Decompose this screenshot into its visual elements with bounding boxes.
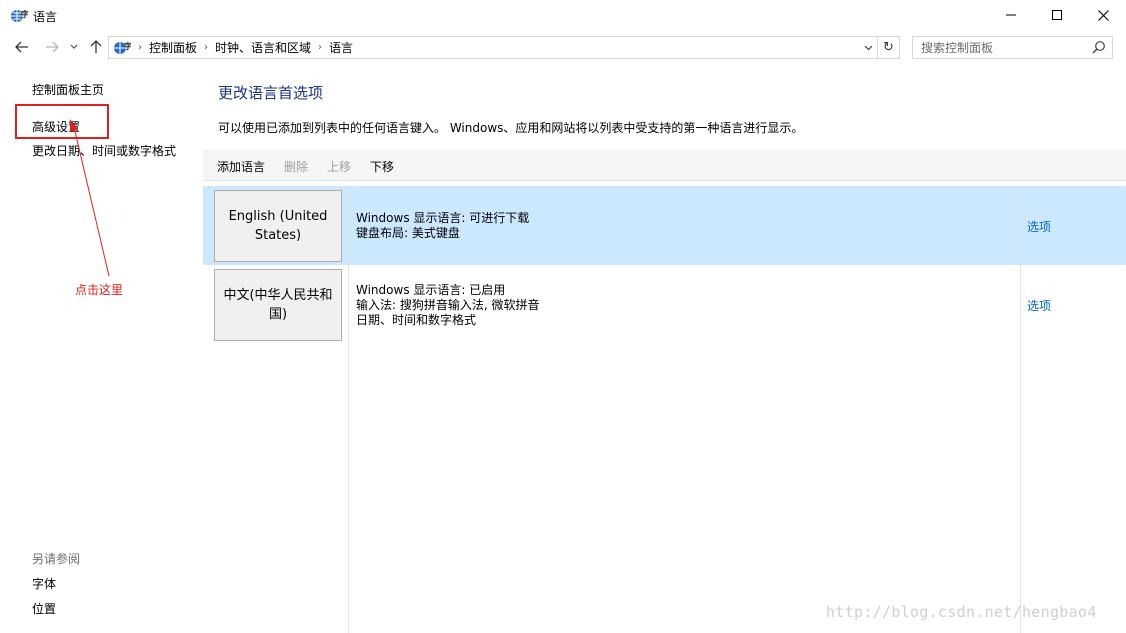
minimize-button[interactable] [988,0,1034,30]
minimize-icon [1006,14,1016,16]
remove-language-button[interactable]: 删除 [284,158,308,175]
see-also-link-location[interactable]: 位置 [32,600,56,617]
up-button[interactable] [86,37,106,57]
annotation-label: 点击这里 [75,283,124,297]
language-globe-icon: 字 [11,9,28,22]
svg-text:字: 字 [21,9,28,19]
control-panel-icon: 字 [114,41,131,54]
move-down-button[interactable]: 下移 [370,158,394,175]
annotation-highlight-box [15,104,109,139]
refresh-icon: ↻ [883,40,894,55]
search-box[interactable] [912,36,1113,59]
breadcrumb-separator: › [138,42,142,53]
language-detail-line: Windows 显示语言: 可进行下载 [356,211,530,225]
recent-locations-button[interactable] [66,37,82,57]
back-button[interactable] [12,37,32,57]
language-detail-line: 输入法: 搜狗拼音输入法, 微软拼音 [356,298,540,312]
add-language-button[interactable]: 添加语言 [217,158,265,175]
chevron-down-icon [70,44,78,49]
address-bar[interactable]: 字 › 控制面板 › 时钟、语言和区域 › 语言 [108,36,878,59]
maximize-button[interactable] [1034,0,1080,30]
breadcrumb-separator: › [318,42,323,53]
see-also-link-fonts[interactable]: 字体 [32,575,56,592]
language-details: Windows 显示语言: 已启用 输入法: 搜狗拼音输入法, 微软拼音 日期、… [356,283,540,328]
language-detail-line: 日期、时间和数字格式 [356,313,477,327]
forward-button[interactable] [42,37,62,57]
svg-text:字: 字 [124,41,131,51]
language-row-english[interactable]: English (United States) Windows 显示语言: 可进… [203,186,1126,265]
language-detail-line: Windows 显示语言: 已启用 [356,283,506,297]
chevron-down-icon [864,45,872,50]
refresh-button[interactable]: ↻ [878,36,900,59]
language-options-link[interactable]: 选项 [1027,297,1051,314]
language-tile[interactable]: English (United States) [214,190,342,262]
watermark: http://blog.csdn.net/hengbao4 [826,603,1097,621]
search-icon[interactable] [1092,40,1106,54]
see-also-heading: 另请参阅 [32,552,81,566]
sidebar-link-change-date-time-format[interactable]: 更改日期、时间或数字格式 [32,142,176,159]
breadcrumb-clock-language-region[interactable]: 时钟、语言和区域 [215,39,311,56]
close-icon [1097,9,1109,21]
arrow-left-icon [15,41,28,53]
column-divider [348,186,349,633]
title-bar: 字 语言 [0,0,1126,32]
maximize-icon [1052,10,1062,20]
breadcrumb-control-panel[interactable]: 控制面板 [149,39,197,56]
page-description: 可以使用已添加到列表中的任何语言键入。 Windows、应用和网站将以列表中受支… [218,121,804,135]
language-details: Windows 显示语言: 可进行下载 键盘布局: 美式键盘 [356,211,529,241]
address-dropdown-button[interactable] [859,37,877,58]
move-up-button[interactable]: 上移 [327,158,351,175]
window-title: 语言 [33,10,58,24]
language-detail-line: 键盘布局: 美式键盘 [356,226,460,240]
navigation-bar: 字 › 控制面板 › 时钟、语言和区域 › 语言 ↻ [0,33,1126,61]
language-options-link[interactable]: 选项 [1027,218,1051,235]
breadcrumb-separator: › [204,42,209,53]
language-row-chinese[interactable]: 中文(中华人民共和国) Windows 显示语言: 已启用 输入法: 搜狗拼音输… [203,265,1126,344]
page-title: 更改语言首选项 [218,84,324,102]
arrow-right-icon [46,41,59,53]
breadcrumb-language[interactable]: 语言 [329,39,353,56]
close-button[interactable] [1080,0,1126,30]
language-tile[interactable]: 中文(中华人民共和国) [214,269,342,341]
language-toolbar: 添加语言 删除 上移 下移 [203,150,1126,181]
search-input[interactable] [913,37,1083,58]
arrow-up-icon [90,40,102,53]
sidebar-link-control-panel-home[interactable]: 控制面板主页 [32,81,104,98]
column-divider [1020,186,1021,633]
